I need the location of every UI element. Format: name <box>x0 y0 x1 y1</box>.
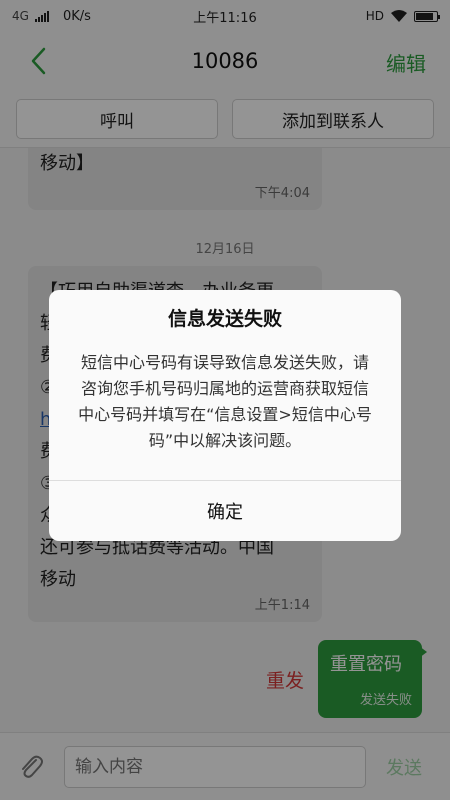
dialog-title: 信息发送失败 <box>167 308 282 330</box>
send-failed-dialog: 信息发送失败 短信中心号码有误导致信息发送失败，请咨询您手机号码归属地的运营商获… <box>49 290 401 541</box>
dialog-message: 短信中心号码有误导致信息发送失败，请咨询您手机号码归属地的运营商获取短信中心号码… <box>78 353 372 450</box>
confirm-button[interactable]: 确定 <box>49 481 401 541</box>
